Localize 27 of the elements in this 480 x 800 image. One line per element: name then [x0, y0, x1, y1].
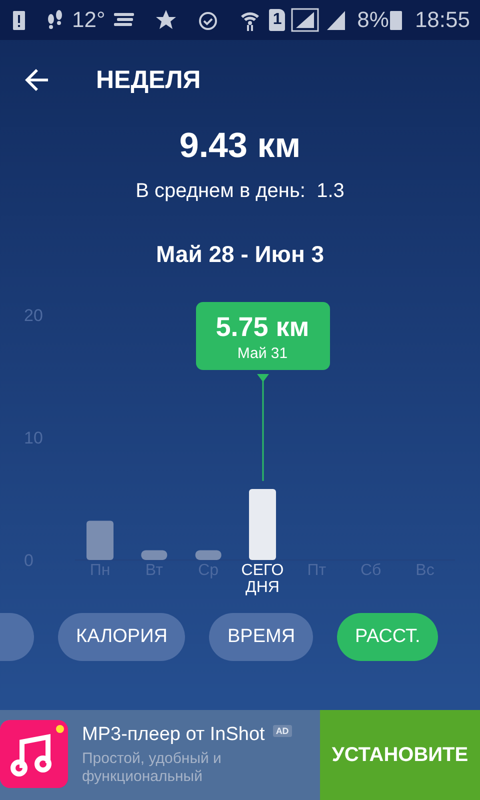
clock: 18:55	[414, 7, 470, 33]
back-button[interactable]	[24, 67, 50, 93]
signal-icon	[291, 8, 320, 32]
app-icon[interactable]	[0, 720, 68, 788]
battery-icon	[388, 8, 403, 32]
battery-alert-icon	[12, 8, 26, 32]
bar[interactable]	[195, 550, 222, 560]
bar[interactable]	[141, 550, 168, 560]
day-label: СЕГОДНЯ	[240, 562, 285, 596]
date-range: Май 28 - Июн 3	[156, 241, 324, 268]
daily-average: В среднем в день: 1.3	[136, 180, 344, 203]
ad-title: MP3-плеер от InShot	[82, 724, 265, 746]
ad-description: Простой, удобный и функциональный	[82, 750, 222, 786]
filter-chip[interactable]: ВРЕМЯ	[209, 613, 314, 661]
total-distance: 9.43 км	[179, 126, 301, 166]
install-button[interactable]: УСТАНОВИТЕ	[320, 710, 480, 800]
sim-icon: 1	[269, 9, 286, 31]
ad-badge: AD	[272, 725, 292, 737]
filter-chip[interactable]: РАССТ.	[337, 613, 438, 661]
footprints-icon	[46, 8, 64, 32]
tooltip-value: 5.75 км	[214, 312, 310, 343]
star-icon	[155, 8, 178, 32]
filter-chip[interactable]: КАЛОРИЯ	[58, 613, 186, 661]
tooltip-date: Май 31	[236, 345, 289, 362]
screen-title: НЕДЕЛЯ	[96, 66, 201, 94]
temperature: 12°	[72, 7, 106, 33]
battery-percent: 8%	[357, 7, 389, 33]
